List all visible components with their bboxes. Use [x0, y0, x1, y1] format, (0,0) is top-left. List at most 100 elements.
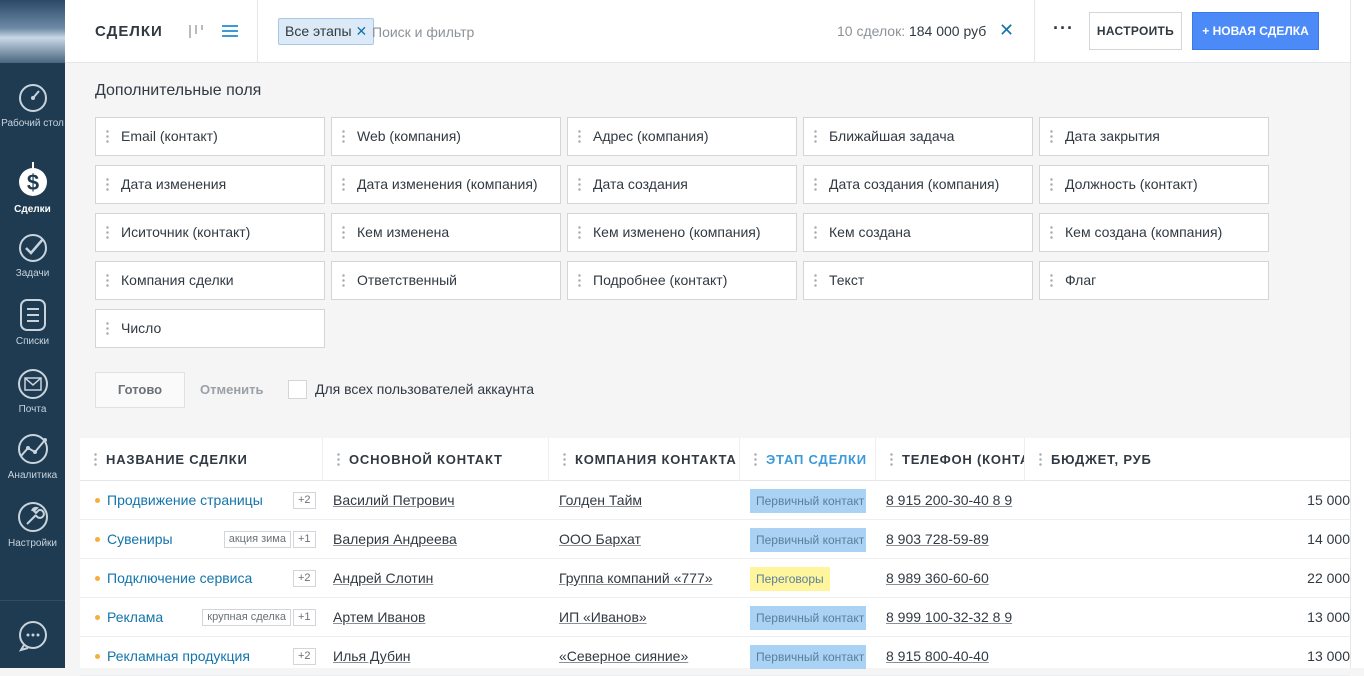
field-chip[interactable]: Дата изменения (компания) — [331, 165, 561, 204]
sidebar-item-deals[interactable]: $ Сделки — [0, 160, 65, 216]
drag-handle-icon[interactable] — [337, 452, 340, 467]
deal-tag[interactable]: крупная сделка — [202, 609, 291, 626]
sidebar-item-dashboard[interactable]: Рабочий стол — [0, 82, 65, 130]
sidebar-item-mail[interactable]: Почта — [0, 368, 65, 416]
drag-handle-icon[interactable] — [814, 273, 817, 288]
all-users-checkbox[interactable] — [288, 380, 307, 399]
stage-badge[interactable]: Переговоры — [750, 567, 830, 591]
drag-handle-icon[interactable] — [578, 129, 581, 144]
stage-badge[interactable]: Первичный контакт — [750, 645, 866, 669]
setup-button[interactable]: НАСТРОИТЬ — [1089, 12, 1182, 50]
more-tags-badge[interactable]: +2 — [293, 570, 316, 587]
search-input[interactable] — [370, 18, 670, 45]
drag-handle-icon[interactable] — [578, 273, 581, 288]
more-icon[interactable]: ··· — [1053, 18, 1074, 39]
drag-handle-icon[interactable] — [1050, 129, 1053, 144]
company-link[interactable]: Группа компаний «777» — [559, 570, 713, 586]
contact-link[interactable]: Василий Петрович — [333, 492, 455, 508]
contact-link[interactable]: Артем Иванов — [333, 609, 425, 625]
field-chip[interactable]: Должность (контакт) — [1039, 165, 1269, 204]
pipeline-view-icon[interactable] — [187, 22, 205, 40]
field-chip[interactable]: Кем изменено (компания) — [567, 213, 797, 252]
account-avatar[interactable] — [0, 0, 65, 63]
sidebar-item-settings[interactable]: Настройки — [0, 500, 65, 550]
field-chip[interactable]: Ближайшая задача — [803, 117, 1033, 156]
deal-name-link[interactable]: Рекламная продукция — [107, 648, 250, 664]
drag-handle-icon[interactable] — [94, 452, 97, 467]
column-header-contact[interactable]: ОСНОВНОЙ КОНТАКТ — [323, 438, 549, 481]
drag-handle-icon[interactable] — [1050, 273, 1053, 288]
drag-handle-icon[interactable] — [1050, 225, 1053, 240]
field-chip[interactable]: Дата создания (компания) — [803, 165, 1033, 204]
field-chip[interactable]: Кем создана — [803, 213, 1033, 252]
field-chip[interactable]: Число — [95, 309, 325, 348]
deal-name-link[interactable]: Подключение сервиса — [107, 570, 252, 586]
table-row[interactable]: Реклама крупная сделка +1 Артем Иванов ИП «И… — [80, 598, 1350, 637]
deal-name-link[interactable]: Сувениры — [107, 531, 173, 547]
filter-chip[interactable]: Все этапы ✕ — [278, 18, 375, 45]
table-row[interactable]: Подключение сервиса +2 Андрей Слотин Группа… — [80, 559, 1350, 598]
column-header-stage[interactable]: ЭТАП СДЕЛКИ — [740, 438, 876, 481]
field-chip[interactable]: Адрес (компания) — [567, 117, 797, 156]
drag-handle-icon[interactable] — [342, 225, 345, 240]
company-link[interactable]: Голден Тайм — [559, 492, 642, 508]
drag-handle-icon[interactable] — [342, 273, 345, 288]
table-row[interactable]: Рекламная продукция +2 Илья Дубин «Северное… — [80, 637, 1350, 676]
drag-handle-icon[interactable] — [106, 273, 109, 288]
deal-name-link[interactable]: Продвижение страницы — [107, 492, 263, 508]
drag-handle-icon[interactable] — [342, 177, 345, 192]
list-view-icon[interactable] — [221, 22, 239, 40]
contact-link[interactable]: Андрей Слотин — [333, 570, 433, 586]
field-chip[interactable]: Web (компания) — [331, 117, 561, 156]
stage-badge[interactable]: Первичный контакт — [750, 606, 866, 630]
drag-handle-icon[interactable] — [814, 225, 817, 240]
table-row[interactable]: Продвижение страницы +2 Василий Петрович Го… — [80, 481, 1350, 520]
cancel-button[interactable]: Отменить — [200, 382, 264, 397]
drag-handle-icon[interactable] — [890, 452, 893, 467]
more-tags-badge[interactable]: +2 — [293, 648, 316, 665]
sidebar-item-lists[interactable]: Списки — [0, 298, 65, 348]
drag-handle-icon[interactable] — [754, 452, 757, 467]
phone-link[interactable]: 8 989 360-60-60 — [886, 570, 989, 586]
column-header-deal-name[interactable]: НАЗВАНИЕ СДЕЛКИ — [80, 438, 323, 481]
deal-tag[interactable]: акция зима — [223, 531, 291, 548]
company-link[interactable]: «Северное сияние» — [559, 648, 688, 664]
stage-badge[interactable]: Первичный контакт — [750, 528, 866, 552]
new-deal-button[interactable]: + НОВАЯ СДЕЛКА — [1192, 12, 1319, 50]
drag-handle-icon[interactable] — [106, 129, 109, 144]
more-tags-badge[interactable]: +1 — [293, 609, 316, 626]
phone-link[interactable]: 8 999 100-32-32 8 9 — [886, 609, 1012, 625]
drag-handle-icon[interactable] — [563, 452, 566, 467]
sidebar-item-analytics[interactable]: Аналитика — [0, 432, 65, 482]
company-link[interactable]: ООО Бархат — [559, 531, 641, 547]
drag-handle-icon[interactable] — [578, 177, 581, 192]
field-chip[interactable]: Компания сделки — [95, 261, 325, 300]
field-chip[interactable]: Дата создания — [567, 165, 797, 204]
table-row[interactable]: Сувениры акция зима +1 Валерия Андреева ООО … — [80, 520, 1350, 559]
field-chip[interactable]: Подробнее (контакт) — [567, 261, 797, 300]
drag-handle-icon[interactable] — [814, 129, 817, 144]
done-button[interactable]: Готово — [95, 372, 185, 408]
clear-filter-icon[interactable]: ✕ — [999, 20, 1014, 41]
drag-handle-icon[interactable] — [814, 177, 817, 192]
phone-link[interactable]: 8 915 800-40-40 — [886, 648, 989, 664]
drag-handle-icon[interactable] — [1050, 177, 1053, 192]
field-chip[interactable]: Кем создана (компания) — [1039, 213, 1269, 252]
field-chip[interactable]: Кем изменена — [331, 213, 561, 252]
deal-name-link[interactable]: Реклама — [107, 609, 163, 625]
stage-badge[interactable]: Первичный контакт — [750, 489, 866, 513]
field-chip[interactable]: Дата закрытия — [1039, 117, 1269, 156]
field-chip[interactable]: Текст — [803, 261, 1033, 300]
field-chip[interactable]: Иситочник (контакт) — [95, 213, 325, 252]
drag-handle-icon[interactable] — [106, 321, 109, 336]
more-tags-badge[interactable]: +1 — [293, 531, 316, 548]
column-header-budget[interactable]: БЮДЖЕТ, РУБ — [1025, 438, 1350, 481]
column-header-phone[interactable]: ТЕЛЕФОН (КОНТАКТ) — [876, 438, 1025, 481]
field-chip[interactable]: Флаг — [1039, 261, 1269, 300]
more-tags-badge[interactable]: +2 — [293, 492, 316, 509]
contact-link[interactable]: Илья Дубин — [333, 648, 411, 664]
phone-link[interactable]: 8 903 728-59-89 — [886, 531, 989, 547]
phone-link[interactable]: 8 915 200-30-40 8 9 — [886, 492, 1012, 508]
drag-handle-icon[interactable] — [106, 225, 109, 240]
field-chip[interactable]: Дата изменения — [95, 165, 325, 204]
